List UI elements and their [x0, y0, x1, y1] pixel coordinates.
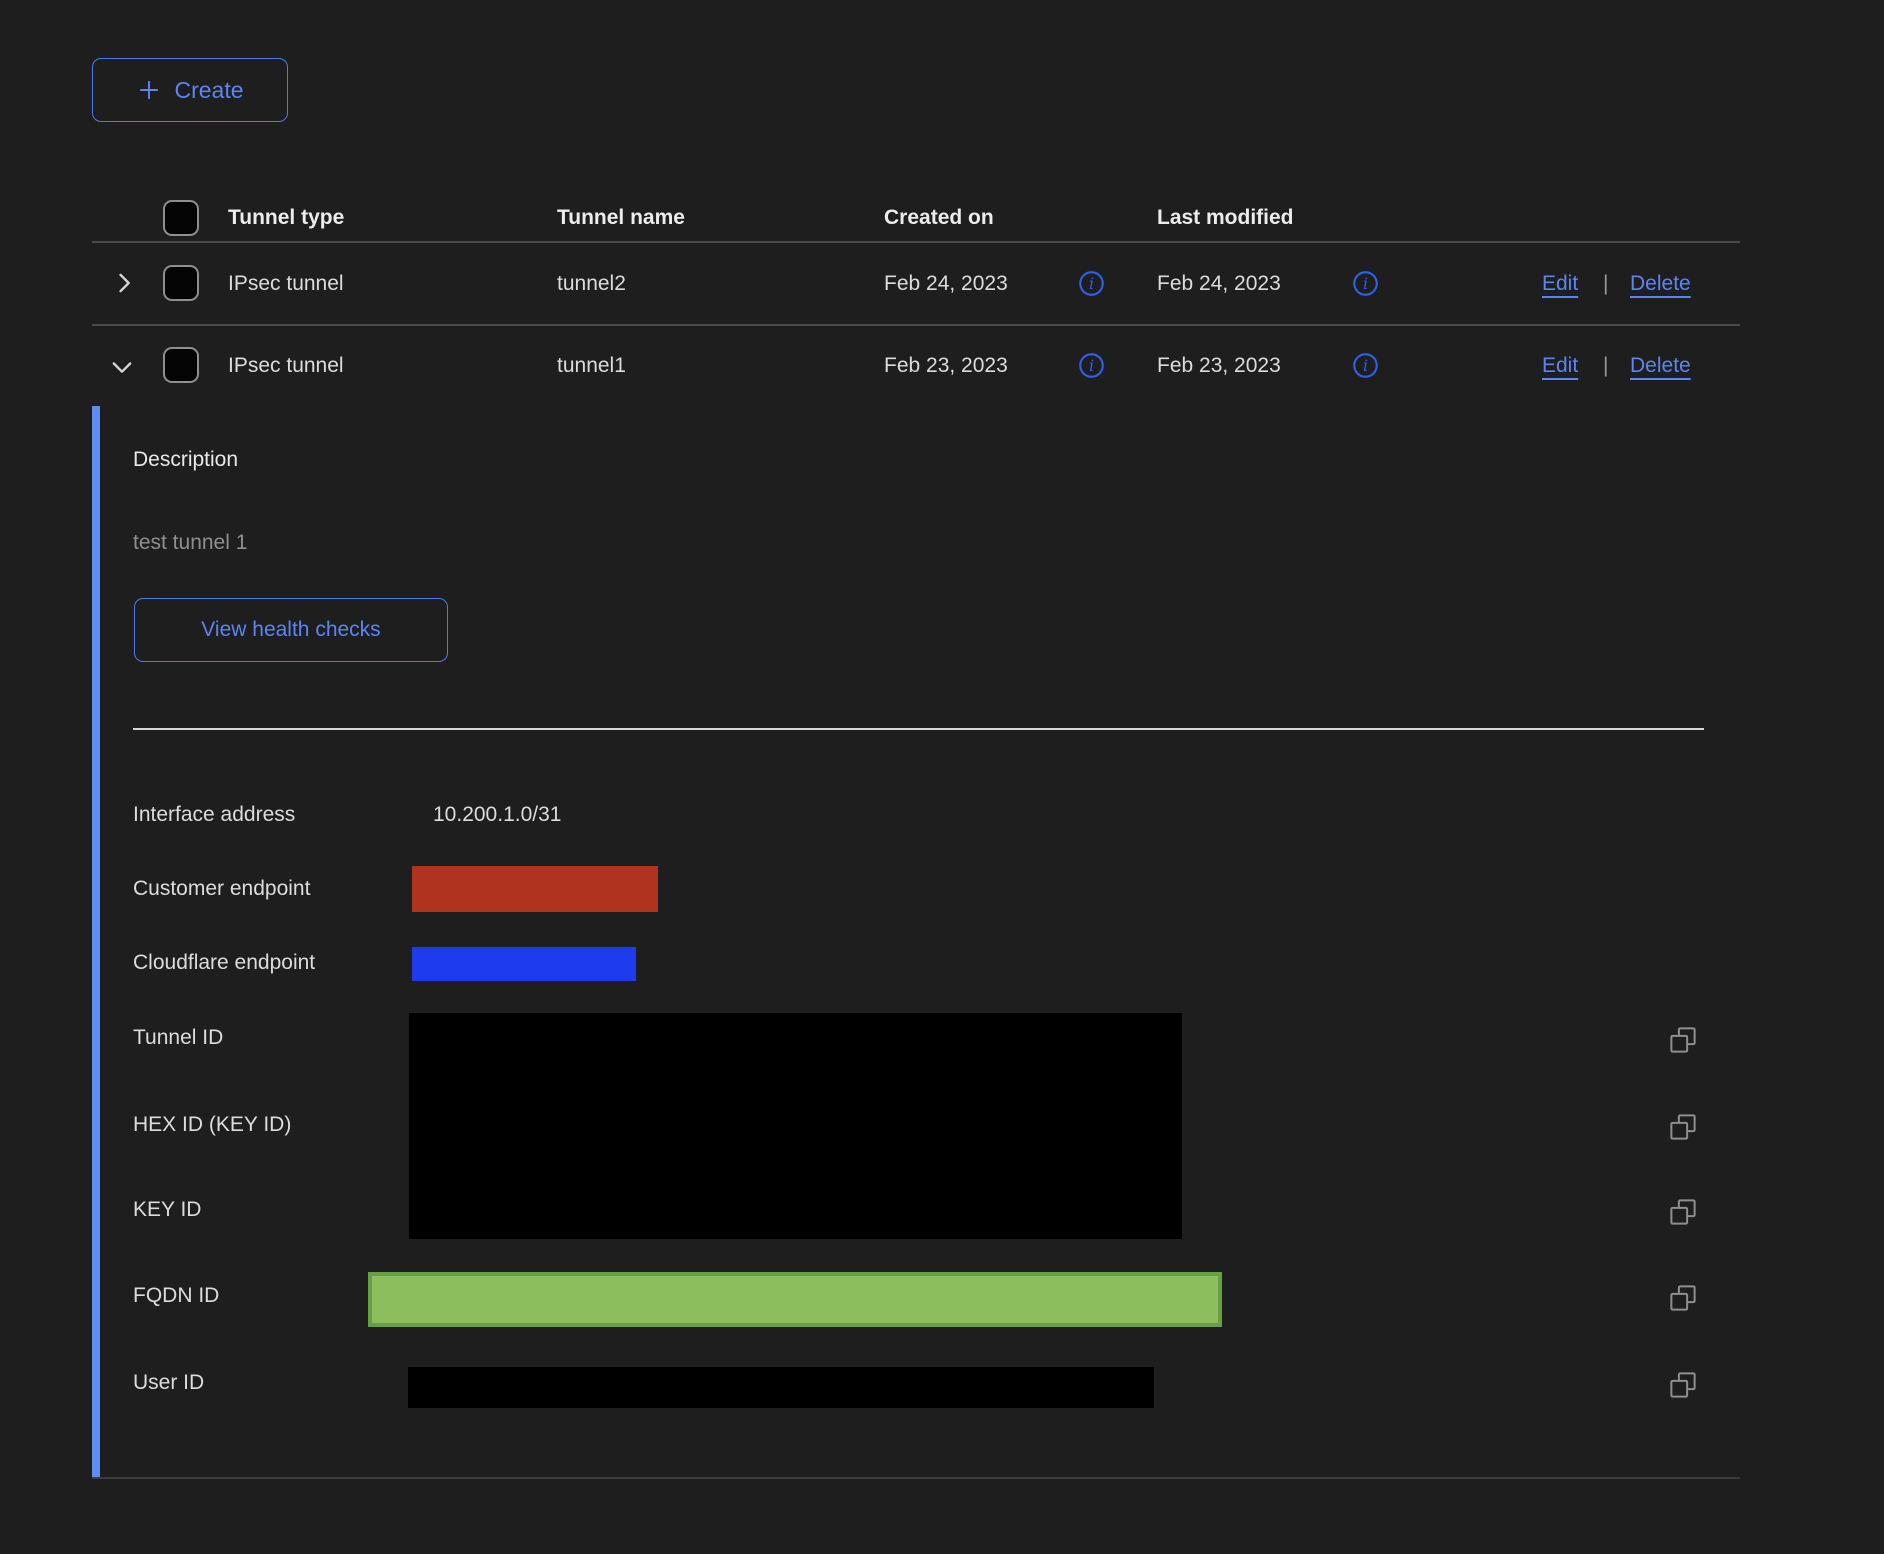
copy-icon[interactable] [1668, 1025, 1698, 1055]
action-separator: | [1603, 354, 1608, 378]
hex-id-label: HEX ID (KEY ID) [133, 1113, 291, 1137]
description-value: test tunnel 1 [133, 531, 247, 555]
copy-icon[interactable] [1668, 1197, 1698, 1227]
cell-created-on: Feb 24, 2023 [884, 272, 1008, 296]
header-last-modified: Last modified [1157, 206, 1294, 230]
create-button-label: Create [174, 77, 243, 104]
header-divider [92, 241, 1740, 243]
cell-last-modified: Feb 24, 2023 [1157, 272, 1281, 296]
description-label: Description [133, 448, 238, 472]
header-created-on: Created on [884, 206, 994, 230]
cell-last-modified: Feb 23, 2023 [1157, 354, 1281, 378]
panel-divider [133, 728, 1704, 730]
header-tunnel-name: Tunnel name [557, 206, 685, 230]
expanded-row-indicator-bar [92, 406, 100, 1478]
header-tunnel-type: Tunnel type [228, 206, 344, 230]
tunnel-id-label: Tunnel ID [133, 1026, 223, 1050]
view-health-checks-button[interactable]: View health checks [134, 598, 448, 662]
copy-icon[interactable] [1668, 1370, 1698, 1400]
cell-created-on: Feb 23, 2023 [884, 354, 1008, 378]
fqdn-id-label: FQDN ID [133, 1284, 219, 1308]
cloudflare-endpoint-redacted-value [412, 947, 636, 981]
chevron-down-icon[interactable] [108, 353, 136, 386]
panel-bottom-divider [92, 1477, 1740, 1479]
copy-icon[interactable] [1668, 1283, 1698, 1313]
edit-link[interactable]: Edit [1542, 272, 1578, 296]
info-icon[interactable]: i [1078, 352, 1105, 384]
customer-endpoint-label: Customer endpoint [133, 877, 310, 901]
edit-link[interactable]: Edit [1542, 354, 1578, 378]
row-checkbox[interactable] [163, 265, 199, 301]
cell-tunnel-type: IPsec tunnel [228, 272, 344, 296]
tunnels-page: Create Tunnel type Tunnel name Created o… [0, 0, 1884, 1554]
user-id-redacted-value [408, 1367, 1154, 1408]
action-separator: | [1603, 272, 1608, 296]
select-all-checkbox[interactable] [163, 200, 199, 236]
cell-tunnel-name: tunnel2 [557, 272, 626, 296]
svg-text:i: i [1363, 274, 1368, 293]
customer-endpoint-redacted-value [412, 866, 658, 912]
svg-text:i: i [1363, 356, 1368, 375]
plus-icon [136, 77, 162, 103]
row-checkbox[interactable] [163, 347, 199, 383]
create-button[interactable]: Create [92, 58, 288, 122]
cell-tunnel-name: tunnel1 [557, 354, 626, 378]
id-values-redacted-block [409, 1013, 1182, 1239]
svg-text:i: i [1089, 274, 1094, 293]
info-icon[interactable]: i [1352, 270, 1379, 302]
copy-icon[interactable] [1668, 1112, 1698, 1142]
interface-address-value: 10.200.1.0/31 [433, 803, 561, 827]
user-id-label: User ID [133, 1371, 204, 1395]
view-health-checks-label: View health checks [201, 618, 380, 642]
info-icon[interactable]: i [1078, 270, 1105, 302]
row-divider [92, 324, 1740, 326]
interface-address-label: Interface address [133, 803, 295, 827]
delete-link[interactable]: Delete [1630, 354, 1691, 378]
info-icon[interactable]: i [1352, 352, 1379, 384]
cell-tunnel-type: IPsec tunnel [228, 354, 344, 378]
svg-text:i: i [1089, 356, 1094, 375]
chevron-right-icon[interactable] [110, 269, 138, 302]
delete-link[interactable]: Delete [1630, 272, 1691, 296]
fqdn-id-redacted-value [368, 1272, 1222, 1327]
cloudflare-endpoint-label: Cloudflare endpoint [133, 951, 315, 975]
key-id-label: KEY ID [133, 1198, 201, 1222]
